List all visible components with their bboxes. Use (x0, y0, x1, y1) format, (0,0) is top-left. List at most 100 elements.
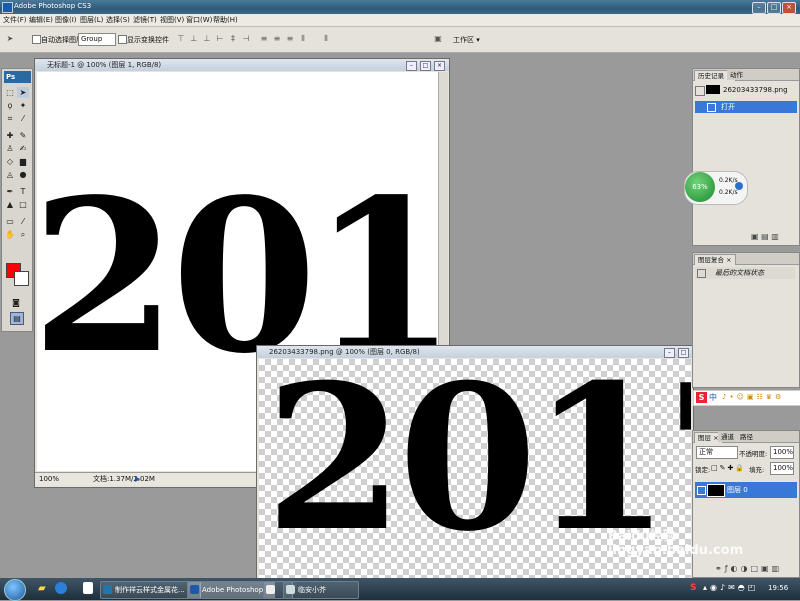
network-speed-widget[interactable]: 63% 0.2K/s 0.2K/s (684, 171, 748, 205)
taskbar-item-browser[interactable]: 制作祥云样式金属花... (100, 581, 201, 599)
screen-mode-icon[interactable]: ▤ (10, 312, 24, 325)
menu-select[interactable]: 选择(S) (106, 15, 130, 25)
lasso-tool-icon[interactable]: ϙ (4, 100, 16, 111)
doc2-minimize-button[interactable]: – (664, 348, 675, 358)
history-brush-icon[interactable]: ✍ (17, 143, 29, 154)
show-transform-checkbox[interactable] (118, 35, 127, 44)
taskbar-item-notepad-label: 临安小芥 (298, 586, 326, 594)
doc2-maximize-button[interactable]: □ (678, 348, 689, 358)
layer-row[interactable]: 图层 0 (695, 482, 797, 498)
tray-sogou-icon[interactable]: S (690, 583, 696, 593)
doc1-status-arrow-icon[interactable]: ▶ (135, 473, 140, 485)
path-select-icon[interactable]: ▲ (4, 199, 16, 210)
lock-icons[interactable]: □✎✚🔒 (711, 464, 746, 472)
qq-icon[interactable] (83, 582, 93, 594)
crop-tool-icon[interactable]: ⌗ (4, 113, 16, 124)
type-tool-icon[interactable]: T (17, 186, 29, 197)
distribute-top-icon[interactable]: ≡ (258, 34, 270, 44)
distribute-vcenter-icon[interactable]: ≡ (271, 34, 283, 44)
align-vcenter-icon[interactable]: ⊥ (188, 34, 200, 44)
dodge-tool-icon[interactable]: ● (17, 169, 29, 180)
auto-select-checkbox[interactable] (32, 35, 41, 44)
ime-toolbar[interactable]: S 中 ♪•☺▣☷♛⚙ (693, 390, 800, 406)
move-tool-icon[interactable]: ➤ (17, 87, 29, 98)
blend-mode-select[interactable]: 正常 (696, 446, 738, 459)
doc1-zoom[interactable]: 100% (39, 473, 59, 485)
zoom-tool-icon[interactable]: ⌕ (17, 229, 29, 240)
align-right-icon[interactable]: ⊣ (240, 34, 252, 44)
history-item-open[interactable]: 打开 (695, 101, 797, 113)
tab-channels[interactable]: 通道 (718, 432, 737, 442)
background-color-swatch[interactable] (14, 271, 29, 286)
tab-layer-comps[interactable]: 图层复合 × (694, 254, 736, 265)
show-desktop-icon[interactable]: ▰ (38, 583, 46, 594)
healing-brush-icon[interactable]: ✚ (4, 130, 16, 141)
opacity-input[interactable]: 100% (770, 446, 794, 459)
tab-actions[interactable]: 动作 (727, 70, 746, 80)
maximize-button[interactable]: □ (767, 2, 781, 14)
gradient-tool-icon[interactable]: ▆ (17, 156, 29, 167)
menu-view[interactable]: 视图(V) (160, 15, 184, 25)
eyedropper-icon[interactable]: ⁄ (17, 216, 29, 227)
close-button[interactable]: × (782, 2, 796, 14)
align-bottom-icon[interactable]: ⊥ (201, 34, 213, 44)
brush-tool-icon[interactable]: ✎ (17, 130, 29, 141)
menu-filter[interactable]: 滤镜(T) (133, 15, 157, 25)
app-title-bar: Adobe Photoshop CS3 – □ × (0, 0, 800, 14)
delete-state-icon[interactable]: ▥ (771, 232, 779, 241)
marquee-tool-icon[interactable]: ⬚ (4, 87, 16, 98)
distribute-right-icon[interactable]: ⦀ (320, 34, 332, 44)
hand-tool-icon[interactable]: ✋ (4, 229, 16, 240)
layer-name: 图层 0 (727, 486, 748, 494)
start-button[interactable] (4, 579, 26, 601)
history-snapshot-row[interactable]: 26203433798.png (695, 84, 795, 96)
notes-tool-icon[interactable]: ▭ (4, 216, 16, 227)
slice-tool-icon[interactable]: ⁄ (17, 113, 29, 124)
workspace-icon[interactable]: ▣ (432, 34, 444, 44)
distribute-left-icon[interactable]: ⦀ (297, 34, 309, 44)
snapshot-brush-icon (695, 86, 705, 96)
shape-tool-icon[interactable]: □ (17, 199, 29, 210)
tab-paths[interactable]: 路径 (737, 432, 756, 442)
layer-comp-row[interactable]: 最后的文档状态 (695, 267, 795, 279)
align-hcenter-icon[interactable]: ‡ (227, 34, 239, 44)
auto-select-dropdown[interactable]: Group (78, 33, 116, 46)
ime-tool-icons[interactable]: ♪•☺▣☷♛⚙ (722, 393, 784, 401)
menu-layer[interactable]: 图层(L) (80, 15, 103, 25)
new-snapshot-icon[interactable]: ▤ (761, 232, 769, 241)
minimize-button[interactable]: – (752, 2, 766, 14)
menu-image[interactable]: 图像(I) (55, 15, 77, 25)
stamp-tool-icon[interactable]: ♙ (4, 143, 16, 154)
eye-icon[interactable] (697, 486, 706, 495)
menu-window[interactable]: 窗口(W) (186, 15, 212, 25)
speed-percent: 63% (685, 172, 715, 202)
workspace-menu[interactable]: 工作区 ▾ (453, 35, 480, 45)
menu-file[interactable]: 文件(F) (3, 15, 27, 25)
blur-tool-icon[interactable]: ◬ (4, 169, 16, 180)
eraser-tool-icon[interactable]: ◇ (4, 156, 16, 167)
menu-edit[interactable]: 编辑(E) (29, 15, 53, 25)
magic-wand-icon[interactable]: ✦ (17, 100, 29, 111)
tray-icons[interactable]: ▴◉♪✉◓◰ (703, 583, 758, 592)
taskbar-item-photoshop[interactable]: Adobe Photoshop ... (187, 581, 275, 599)
move-tool-icon[interactable]: ➤ (4, 34, 16, 44)
doc1-close-button[interactable]: × (434, 61, 445, 71)
taskbar: ▰ 制作祥云样式金属花... Adobe Photoshop ... 临安小芥 … (0, 578, 800, 601)
align-left-icon[interactable]: ⊢ (214, 34, 226, 44)
tools-panel: Ps ⬚ ➤ ϙ ✦ ⌗ ⁄ ✚ ✎ ♙ ✍ ◇ ▆ ◬ ● ✒ T ▲ □ ▭… (1, 68, 33, 332)
layers-footer-icons[interactable]: ⚭ƒ◐◑□▣▥ (715, 564, 782, 573)
new-document-icon[interactable]: ▣ (751, 232, 759, 241)
quick-mask-icon[interactable]: ◙ (10, 297, 22, 308)
distribute-bottom-icon[interactable]: ≡ (284, 34, 296, 44)
align-top-icon[interactable]: ⊤ (175, 34, 187, 44)
fill-input[interactable]: 100% (770, 462, 794, 475)
ie-icon[interactable] (55, 582, 67, 594)
ps-badge: Ps (4, 71, 31, 83)
doc1-minimize-button[interactable]: – (406, 61, 417, 71)
layer-comps-panel: 图层复合 × 最后的文档状态 (692, 252, 800, 388)
pen-tool-icon[interactable]: ✒ (4, 186, 16, 197)
taskbar-item-notepad[interactable]: 临安小芥 (283, 581, 359, 599)
menu-help[interactable]: 帮助(H) (213, 15, 238, 25)
ime-language[interactable]: 中 (709, 392, 717, 403)
doc1-maximize-button[interactable]: □ (420, 61, 431, 71)
